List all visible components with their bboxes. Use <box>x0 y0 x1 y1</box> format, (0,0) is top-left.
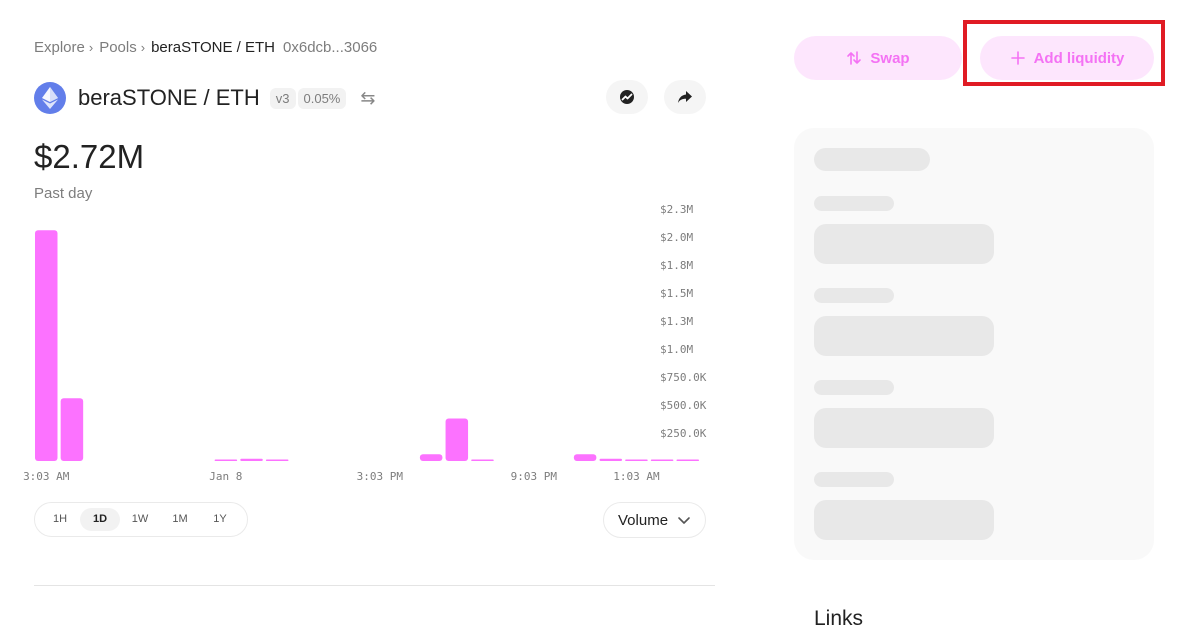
swap-direction-icon[interactable]: ⇆ <box>360 88 375 109</box>
time-range-selector: 1H 1D 1W 1M 1Y <box>34 502 248 537</box>
skeleton-title <box>814 148 930 171</box>
breadcrumb-pools-link[interactable]: Pools <box>99 39 137 56</box>
eth-token-icon <box>34 82 66 114</box>
y-axis-tick-label: $2.3M <box>660 203 693 216</box>
analytics-icon <box>620 90 634 104</box>
pool-stats-panel-loading <box>794 128 1154 560</box>
breadcrumb: Explore › Pools › beraSTONE / ETH 0x6dcb… <box>34 39 377 56</box>
volume-bar-chart: $2.3M $2.0M $1.8M $1.5M $1.3M $1.0M $750.0K $50… <box>23 203 707 483</box>
x-axis-tick-label: Jan 8 <box>209 470 242 483</box>
volume-bar[interactable] <box>419 454 443 461</box>
y-axis-tick-label: $1.0M <box>660 343 693 356</box>
y-axis-tick-label: $1.8M <box>660 259 693 272</box>
y-axis-tick-label: $500.0K <box>660 399 707 412</box>
skeleton-label <box>814 196 894 211</box>
chart-type-value: Volume <box>618 511 669 529</box>
y-axis-tick-label: $750.0K <box>660 371 707 384</box>
volume-bar[interactable] <box>471 459 494 462</box>
pool-header: beraSTONE / ETH v3 0.05% ⇆ <box>34 80 706 116</box>
fee-badge: 0.05% <box>297 87 347 109</box>
y-axis-tick-label: $250.0K <box>660 427 707 440</box>
volume-bar[interactable] <box>599 458 623 461</box>
volume-bar[interactable] <box>650 459 674 462</box>
chevron-down-icon <box>678 517 690 524</box>
y-axis-tick-label: $1.5M <box>660 287 693 300</box>
time-range-1m[interactable]: 1M <box>160 508 200 531</box>
breadcrumb-explore-link[interactable]: Explore <box>34 39 85 56</box>
skeleton-label <box>814 380 894 395</box>
highlight-box <box>963 20 1165 86</box>
x-axis-tick-label: 1:03 AM <box>613 470 660 483</box>
links-heading: Links <box>814 607 864 630</box>
volume-bar[interactable] <box>573 454 597 461</box>
volume-bar[interactable] <box>625 459 648 462</box>
skeleton-value <box>814 408 994 448</box>
swap-button[interactable]: Swap <box>794 36 962 80</box>
version-badge: v3 <box>269 87 296 109</box>
skeleton-value <box>814 500 994 540</box>
chevron-right-icon: › <box>140 40 146 55</box>
volume-bar[interactable] <box>445 418 469 461</box>
volume-bar[interactable] <box>35 230 58 461</box>
volume-bar[interactable] <box>60 398 84 461</box>
chart-type-select[interactable]: Volume <box>603 502 706 538</box>
time-range-1h[interactable]: 1H <box>40 508 80 531</box>
chevron-right-icon: › <box>88 40 94 55</box>
time-range-1y[interactable]: 1Y <box>200 508 240 531</box>
time-range-1d[interactable]: 1D <box>80 508 120 531</box>
x-axis-tick-label: 3:03 PM <box>357 470 404 483</box>
pool-address[interactable]: 0x6dcb...3066 <box>283 39 377 56</box>
skeleton-value <box>814 224 994 264</box>
y-axis-tick-label: $1.3M <box>660 315 693 328</box>
volume-bar[interactable] <box>676 459 700 462</box>
volume-bar[interactable] <box>265 459 289 462</box>
skeleton-label <box>814 288 894 303</box>
swap-arrows-icon <box>847 51 862 65</box>
analytics-button[interactable] <box>606 80 648 114</box>
skeleton-value <box>814 316 994 356</box>
share-button[interactable] <box>664 80 706 114</box>
share-icon <box>678 91 692 103</box>
skeleton-label <box>814 472 894 487</box>
breadcrumb-current: beraSTONE / ETH <box>151 39 276 56</box>
x-axis-tick-label: 9:03 PM <box>511 470 558 483</box>
y-axis-tick-label: $2.0M <box>660 231 693 244</box>
x-axis-tick-label: 3:03 AM <box>23 470 70 483</box>
swap-button-label: Swap <box>870 49 910 67</box>
volume-bar[interactable] <box>214 459 238 462</box>
section-divider <box>34 585 715 586</box>
volume-bar[interactable] <box>240 458 263 461</box>
time-range-1w[interactable]: 1W <box>120 508 160 531</box>
pool-title: beraSTONE / ETH <box>78 85 260 110</box>
